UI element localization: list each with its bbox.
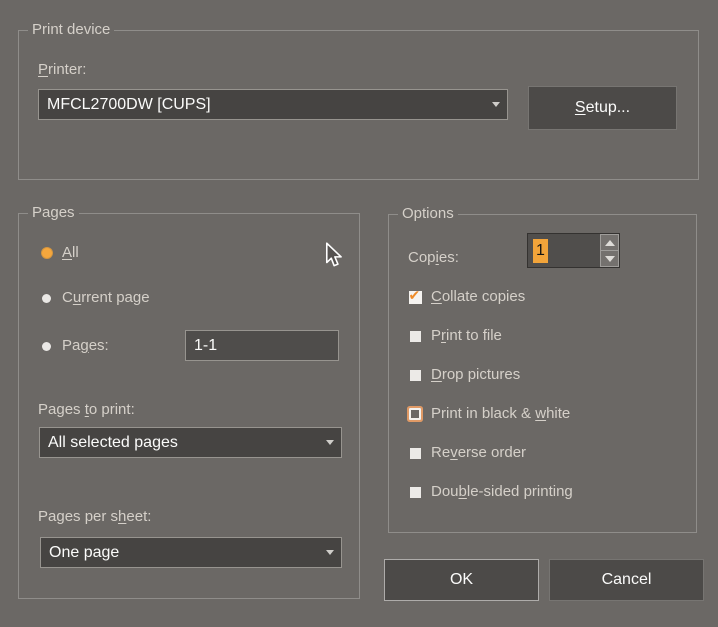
radio-selected-icon xyxy=(40,247,53,259)
radio-all[interactable]: All xyxy=(40,243,79,263)
dropdown-arrow-icon xyxy=(319,550,341,555)
copies-value-selected: 1 xyxy=(533,239,548,263)
dropdown-arrow-icon xyxy=(485,102,507,107)
ok-button[interactable]: OK xyxy=(384,559,539,601)
pages-per-sheet-label: Pages per sheet: xyxy=(38,507,151,527)
dropdown-arrow-icon xyxy=(319,440,341,445)
pages-to-print-combobox[interactable]: All selected pages xyxy=(39,427,342,458)
checkbox-unchecked-icon xyxy=(408,331,422,342)
checkbox-unchecked-icon xyxy=(408,487,422,498)
checkbox-collate-copies-label: Collate copies xyxy=(431,287,525,307)
checkbox-print-to-file-label: Print to file xyxy=(431,326,502,346)
radio-pages[interactable]: Pages: xyxy=(40,336,109,356)
pages-to-print-value: All selected pages xyxy=(40,434,319,452)
spin-up-icon xyxy=(605,240,615,246)
cancel-button[interactable]: Cancel xyxy=(549,559,704,601)
setup-button[interactable]: Setup... xyxy=(528,86,677,130)
options-group-title: Options xyxy=(398,204,458,224)
checkbox-unchecked-icon xyxy=(408,370,422,381)
radio-unselected-icon xyxy=(40,294,53,303)
checkmark-icon: ✔ xyxy=(409,287,421,304)
copies-spinbox[interactable]: 1 xyxy=(527,233,620,268)
pages-per-sheet-combobox[interactable]: One page xyxy=(40,537,342,568)
checkbox-collate-copies[interactable]: ✔ Collate copies xyxy=(408,287,525,307)
radio-pages-label: Pages: xyxy=(62,336,109,356)
checkbox-print-to-file[interactable]: Print to file xyxy=(408,326,502,346)
checkbox-double-sided[interactable]: Double-sided printing xyxy=(408,482,573,502)
copies-input[interactable]: 1 xyxy=(528,234,600,267)
radio-all-label: All xyxy=(62,243,79,263)
checkbox-reverse-order-label: Reverse order xyxy=(431,443,526,463)
spin-down-icon xyxy=(605,256,615,262)
checkbox-unchecked-icon xyxy=(408,448,422,459)
copies-label: Copies: xyxy=(408,248,459,268)
checkbox-double-sided-label: Double-sided printing xyxy=(431,482,573,502)
spin-down-button[interactable] xyxy=(600,251,619,267)
spin-up-button[interactable] xyxy=(600,234,619,251)
pages-per-sheet-value: One page xyxy=(41,544,319,562)
checkbox-print-black-white[interactable]: Print in black & white xyxy=(408,404,570,424)
pages-to-print-label: Pages to print: xyxy=(38,400,135,420)
checkbox-focused-icon xyxy=(408,408,422,420)
print-dialog: Print device Printer: MFCL2700DW [CUPS] … xyxy=(0,0,718,627)
printer-combobox[interactable]: MFCL2700DW [CUPS] xyxy=(38,89,508,120)
checkbox-drop-pictures[interactable]: Drop pictures xyxy=(408,365,520,385)
checkbox-reverse-order[interactable]: Reverse order xyxy=(408,443,526,463)
radio-current-page[interactable]: Current page xyxy=(40,288,150,308)
print-device-group-title: Print device xyxy=(28,20,114,40)
checkbox-print-black-white-label: Print in black & white xyxy=(431,404,570,424)
radio-current-page-label: Current page xyxy=(62,288,150,308)
printer-label: Printer: xyxy=(38,60,86,80)
printer-combobox-value: MFCL2700DW [CUPS] xyxy=(39,96,485,114)
pages-group-title: Pages xyxy=(28,203,79,223)
checkbox-drop-pictures-label: Drop pictures xyxy=(431,365,520,385)
page-range-input[interactable] xyxy=(185,330,339,361)
radio-unselected-icon xyxy=(40,342,53,351)
checkbox-checked-icon: ✔ xyxy=(408,291,422,304)
